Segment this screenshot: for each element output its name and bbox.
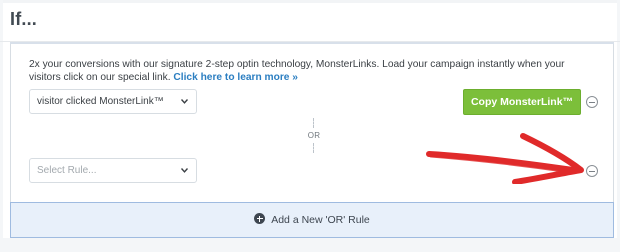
add-rule-label: Add a New 'OR' Rule xyxy=(271,214,370,226)
red-arrow-annotation xyxy=(426,133,584,184)
section-heading: If... xyxy=(10,9,37,29)
learn-more-link[interactable]: Click here to learn more » xyxy=(173,72,298,83)
frame-top xyxy=(0,0,620,3)
rule-select-value: visitor clicked MonsterLink™ xyxy=(37,96,164,107)
chevron-down-icon xyxy=(181,99,188,104)
rule-select-monsterlink[interactable]: visitor clicked MonsterLink™ xyxy=(29,89,197,114)
plus-circle-icon xyxy=(254,213,266,224)
or-divider-top xyxy=(313,118,314,128)
chevron-down-icon xyxy=(181,168,188,173)
add-or-rule-button[interactable]: Add a New 'OR' Rule xyxy=(10,202,614,238)
copy-monsterlink-button[interactable]: Copy MonsterLink™ Code xyxy=(463,89,581,132)
rule-select-placeholder: Select Rule... xyxy=(37,165,97,176)
bottom-band xyxy=(0,238,620,252)
frame-left xyxy=(0,0,3,252)
rule-select-empty[interactable]: Select Rule... xyxy=(29,158,197,183)
panel-top-border xyxy=(10,42,614,44)
or-divider-bottom xyxy=(313,143,314,153)
intro-text: 2x your conversions with our signature 2… xyxy=(29,58,599,84)
or-label: OR xyxy=(307,131,321,140)
minus-circle-icon[interactable] xyxy=(586,96,598,108)
